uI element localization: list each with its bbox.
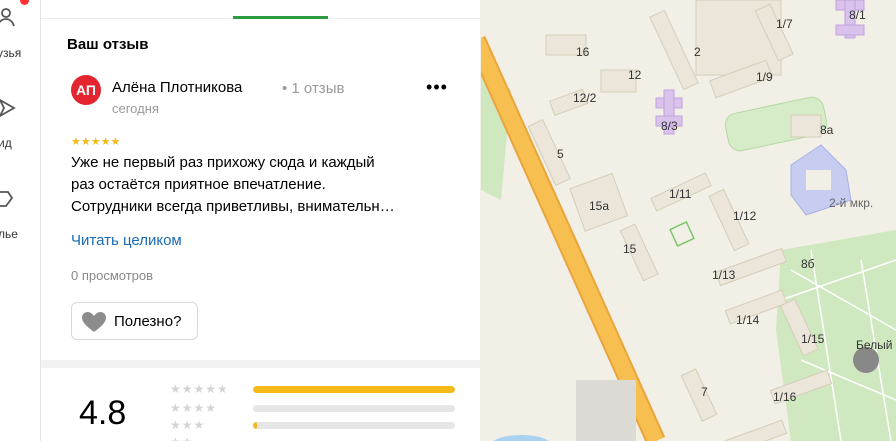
views-count: 0 просмотров [71, 268, 154, 283]
more-options-button[interactable]: ••• [425, 78, 449, 100]
review-date: сегодня [112, 101, 159, 116]
map-label: 1/7 [776, 17, 793, 31]
rating-row-bar [253, 422, 455, 429]
review-stars: ★★★★★ [71, 136, 121, 148]
map-label: 8/1 [849, 8, 866, 22]
map-label: 1/14 [736, 313, 760, 327]
map-label: 15а [589, 199, 610, 213]
review-text-line: раз остаётся приятное впечатление. [71, 176, 326, 193]
map-label: 1/12 [733, 209, 757, 223]
rating-row-bar [253, 405, 455, 412]
school-yard [806, 170, 831, 190]
map-label: 1/15 [801, 332, 825, 346]
guide-icon [0, 98, 16, 118]
avatar[interactable]: АП [71, 75, 101, 105]
rating-row-stars: ★★★★ [170, 401, 218, 415]
map-label: 8б [801, 257, 815, 271]
left-sidebar: узья ид лье [0, 0, 41, 441]
map-label: 1/16 [773, 390, 797, 404]
sidebar-item-label: ид [0, 136, 12, 150]
friends-icon [0, 8, 15, 27]
active-tab-indicator [233, 16, 328, 19]
map-label: 8а [820, 123, 834, 137]
rating-row-bar [253, 386, 455, 393]
sidebar-item-label: лье [0, 227, 18, 241]
map-label: 5 [557, 147, 564, 161]
heart-icon [82, 312, 106, 332]
rating-row-stars: ★★ [170, 435, 194, 441]
map-label: 7 [701, 385, 708, 399]
rating-row-stars: ★★★★★ [170, 382, 229, 396]
map-label: 8/3 [661, 119, 678, 133]
review-text-line: Уже не первый раз прихожу сюда и каждый [71, 154, 375, 171]
author-reviews-count: • 1 отзыв [282, 80, 345, 97]
rating-value: 4.8 [79, 394, 127, 432]
atelier-icon [0, 191, 14, 207]
map-label: 16 [576, 45, 590, 59]
map-label: 15 [623, 242, 637, 256]
map-label: 2 [694, 45, 701, 59]
map-canvas[interactable] [481, 0, 896, 441]
notification-dot [20, 0, 29, 5]
map-label: Белый [856, 338, 893, 352]
rating-row-fill [253, 422, 258, 429]
author-name[interactable]: Алёна Плотникова [112, 79, 242, 96]
map-label: 1/11 [669, 187, 692, 201]
section-divider [41, 360, 480, 368]
map-label: 1/13 [712, 268, 736, 282]
sidebar-item-label: узья [0, 46, 22, 60]
review-text: Уже не первый раз прихожу сюда и каждый … [71, 152, 456, 218]
review-panel: Ваш отзыв АП Алёна Плотникова • 1 отзыв … [41, 0, 480, 441]
helpful-button[interactable]: Полезно? [71, 302, 198, 340]
read-more-link[interactable]: Читать целиком [71, 232, 182, 249]
map-label: 12 [628, 68, 642, 82]
parking-area [576, 380, 636, 441]
map-label: 1/9 [756, 70, 773, 84]
rating-row-fill [253, 386, 455, 393]
rating-row-stars: ★★★ [170, 418, 206, 432]
map-label: 12/2 [573, 91, 597, 105]
section-title: Ваш отзыв [67, 36, 149, 53]
helpful-label: Полезно? [114, 313, 182, 330]
map[interactable]: 8/1 1/7 16 2 12 12/2 1/9 8/3 8а 5 2-й мк… [481, 0, 896, 441]
map-label: 2-й мкр. [829, 196, 874, 210]
review-text-line: Сотрудники всегда приветливы, внимательн… [71, 198, 395, 215]
